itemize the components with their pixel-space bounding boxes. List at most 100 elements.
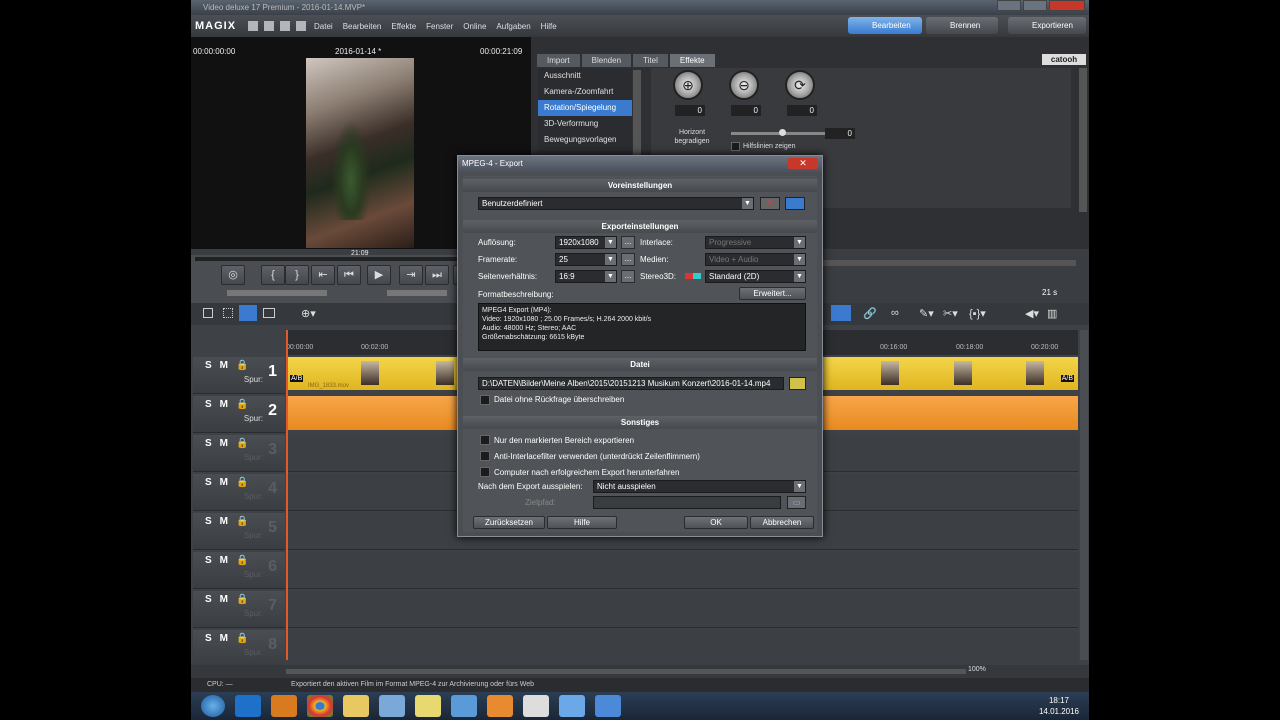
aspect-more-button[interactable]: ... [621, 270, 635, 283]
media-player-icon[interactable] [271, 695, 297, 717]
play-button[interactable]: ▶ [367, 265, 391, 285]
advanced-button[interactable]: Erweitert... [739, 287, 806, 300]
preset-select[interactable]: Benutzerdefiniert ▼ [478, 197, 754, 210]
unlink-icon[interactable]: ∞ [891, 307, 899, 319]
mute-icon[interactable]: ◀▾ [1025, 307, 1039, 320]
magix-app-icon[interactable] [487, 695, 513, 717]
minimize-button[interactable] [997, 0, 1021, 11]
menu-fenster[interactable]: Fenster [426, 22, 453, 31]
rotate-dial-icon[interactable]: ⊕ [673, 70, 703, 100]
snap-icon[interactable] [831, 305, 851, 321]
video-deluxe-icon[interactable] [595, 695, 621, 717]
menu-effekte[interactable]: Effekte [391, 22, 416, 31]
flip-vertical-dial-icon[interactable]: ⟳ [785, 70, 815, 100]
mode-exportieren-button[interactable]: Exportieren [1008, 17, 1086, 34]
aspect-ratio-select[interactable]: 16:9 ▼ [555, 270, 617, 283]
menu-bearbeiten[interactable]: Bearbeiten [343, 22, 382, 31]
fx-item-bewegungsvorlagen[interactable]: Bewegungsvorlagen [538, 132, 632, 148]
flip-v-value[interactable]: 0 [787, 105, 817, 116]
loop-button[interactable]: ◎ [221, 265, 245, 285]
notes-icon[interactable] [415, 695, 441, 717]
ok-button[interactable]: OK [684, 516, 748, 529]
close-window-button[interactable] [1049, 0, 1085, 11]
help-query-icon[interactable] [296, 21, 306, 31]
resolution-select[interactable]: 1920x1080 ▼ [555, 236, 617, 249]
delete-preset-icon[interactable]: ✕ [760, 197, 780, 210]
ab-transition-icon[interactable]: A/B [1060, 375, 1074, 382]
save-icon[interactable] [264, 21, 274, 31]
resolution-more-button[interactable]: ... [621, 236, 635, 249]
fx-item-kamera-zoomfahrt[interactable]: Kamera-/Zoomfahrt [538, 84, 632, 100]
track-lane[interactable] [286, 591, 1078, 628]
prev-marker-button[interactable]: ⇤ [311, 265, 335, 285]
track-lane[interactable] [286, 552, 1078, 589]
volume-slider[interactable] [387, 290, 447, 296]
prev-frame-button[interactable]: ⏮ [337, 265, 361, 285]
next-frame-button[interactable]: ⏭ [425, 265, 449, 285]
folder-browse-icon[interactable] [789, 377, 806, 390]
solo-mute-lock[interactable]: SM🔒 [205, 633, 256, 644]
interlace-select[interactable]: Progressive ▼ [705, 236, 806, 249]
mark-out-button[interactable]: } [285, 265, 309, 285]
next-marker-button[interactable]: ⇥ [399, 265, 423, 285]
solo-mute-lock[interactable]: SM🔒 [205, 438, 256, 449]
mode-bearbeiten-button[interactable]: Bearbeiten [848, 17, 922, 34]
cursor-icon[interactable]: ✎▾ [919, 307, 934, 320]
save-preset-icon[interactable] [785, 197, 805, 210]
solo-mute-lock[interactable]: SM🔒 [205, 594, 256, 605]
horizon-slider-knob[interactable] [779, 129, 786, 136]
solo-mute-lock[interactable]: SM🔒 [205, 555, 256, 566]
solo-mute-lock[interactable]: SM🔒 [205, 477, 256, 488]
shuttle-slider[interactable] [227, 290, 327, 296]
tab-blenden[interactable]: Blenden [581, 54, 632, 67]
file-path-field[interactable]: D:\DATEN\Bilder\Meine Alben\2015\2015121… [478, 377, 784, 390]
paint-icon[interactable] [523, 695, 549, 717]
ie-icon[interactable] [235, 695, 261, 717]
media-select[interactable]: Video + Audio ▼ [705, 253, 806, 266]
app-icon[interactable] [451, 695, 477, 717]
explorer-icon[interactable] [343, 695, 369, 717]
start-button-icon[interactable] [201, 695, 225, 717]
mouse-mode-icon[interactable]: ⊕▾ [301, 307, 316, 320]
taskbar-clock[interactable]: 18:17 14.01.2016 [1039, 695, 1079, 717]
after-export-select[interactable]: Nicht ausspielen ▼ [593, 480, 806, 493]
tab-titel[interactable]: Titel [633, 54, 668, 67]
help-button[interactable]: Hilfe [547, 516, 617, 529]
menu-datei[interactable]: Datei [314, 22, 333, 31]
mode-brennen-button[interactable]: Brennen [926, 17, 998, 34]
menu-online[interactable]: Online [463, 22, 486, 31]
fx-item-rotation-spiegelung[interactable]: Rotation/Spiegelung [538, 100, 632, 116]
file-icon[interactable] [379, 695, 405, 717]
framerate-more-button[interactable]: ... [621, 253, 635, 266]
marker-icon[interactable]: {▪}▾ [969, 307, 986, 320]
flip-h-value[interactable]: 0 [731, 105, 761, 116]
link-icon[interactable]: 🔗 [863, 307, 877, 320]
zoom-level[interactable]: 100% [968, 666, 986, 673]
tracks-scrollbar[interactable] [1080, 330, 1088, 660]
stereo3d-select[interactable]: Standard (2D) ▼ [705, 270, 806, 283]
maximize-button[interactable] [1023, 0, 1047, 11]
tab-effekte[interactable]: Effekte [669, 54, 715, 67]
playhead[interactable] [286, 330, 288, 660]
mark-in-button[interactable]: { [261, 265, 285, 285]
rotation-value[interactable]: 0 [675, 105, 705, 116]
storyboard-icon[interactable] [263, 308, 275, 318]
shutdown-checkbox[interactable] [480, 467, 490, 477]
cancel-button[interactable]: Abbrechen [750, 516, 814, 529]
hilfslinien-checkbox[interactable] [731, 142, 740, 151]
dialog-close-button[interactable]: ✕ [788, 158, 818, 169]
menu-aufgaben[interactable]: Aufgaben [496, 22, 530, 31]
grid-view-icon[interactable] [223, 308, 233, 318]
reset-button[interactable]: Zurücksetzen [473, 516, 545, 529]
mixer-icon[interactable]: ▥ [1047, 307, 1057, 320]
menu-hilfe[interactable]: Hilfe [541, 22, 557, 31]
framerate-select[interactable]: 25 ▼ [555, 253, 617, 266]
timeline-view-icon[interactable] [239, 305, 257, 321]
horizontal-scrollbar[interactable] [286, 669, 966, 674]
horizon-value[interactable]: 0 [825, 128, 855, 139]
flip-horizontal-dial-icon[interactable]: ⊖ [729, 70, 759, 100]
save-disk-icon[interactable] [559, 695, 585, 717]
single-view-icon[interactable] [203, 308, 213, 318]
overwrite-checkbox[interactable] [480, 395, 490, 405]
anti-interlace-checkbox[interactable] [480, 451, 490, 461]
